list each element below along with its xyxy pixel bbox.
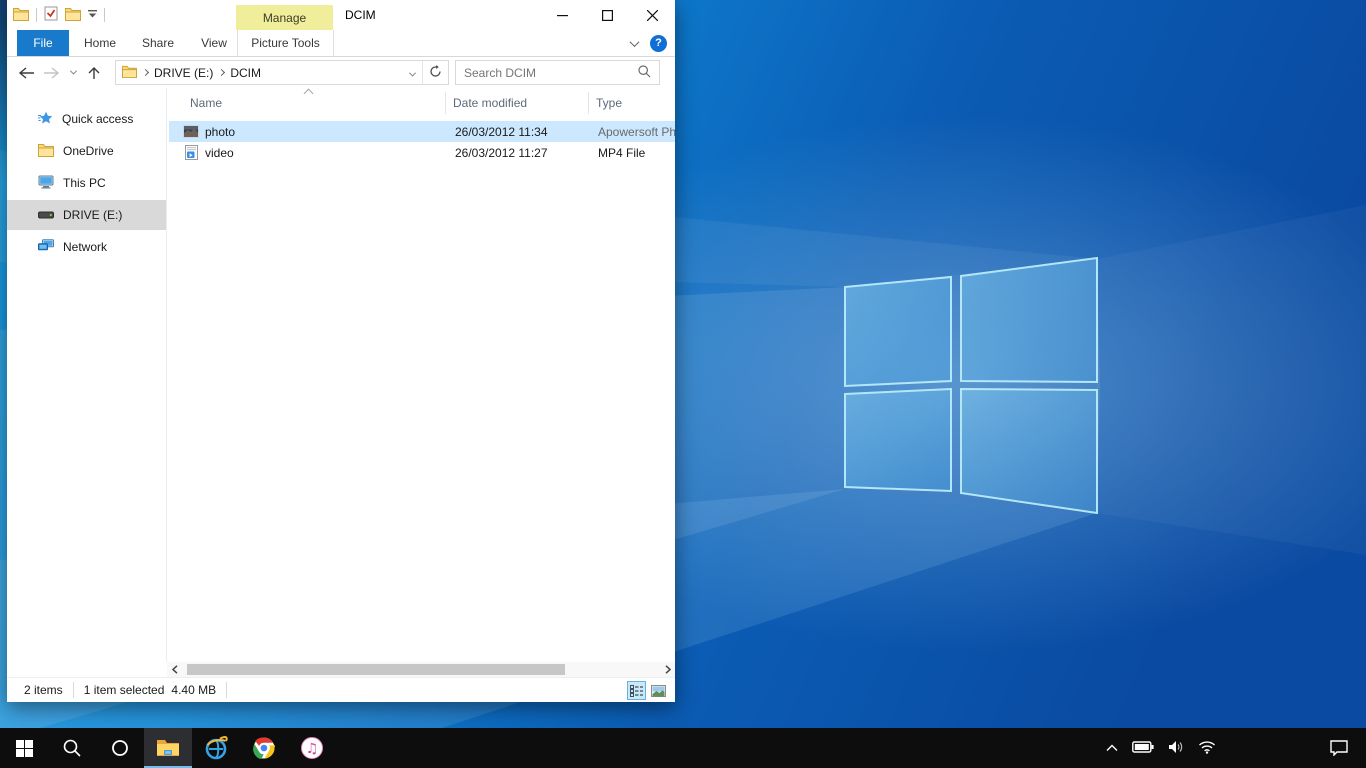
expand-ribbon-chevron-icon[interactable] <box>631 36 638 50</box>
taskbar: ♫ <box>0 728 1366 768</box>
back-button[interactable] <box>13 60 39 86</box>
battery-icon[interactable] <box>1132 741 1154 756</box>
search-icon[interactable] <box>638 65 659 81</box>
system-tray <box>1106 728 1216 768</box>
maximize-button[interactable] <box>585 0 630 30</box>
photo-thumbnail-icon <box>183 124 199 140</box>
tab-home[interactable]: Home <box>71 30 129 56</box>
tab-share[interactable]: Share <box>129 30 187 56</box>
network-icon <box>38 239 54 255</box>
window-title: DCIM <box>345 0 376 30</box>
breadcrumb-folder[interactable]: DCIM <box>224 66 267 80</box>
sidebar-item-label: Quick access <box>62 112 133 126</box>
sidebar-item-label: Network <box>63 240 107 254</box>
up-button[interactable] <box>81 60 107 86</box>
file-explorer-window: Manage DCIM File Home Share View Picture… <box>7 0 675 702</box>
file-date-modified: 26/03/2012 11:27 <box>455 146 548 160</box>
address-dropdown-chevron-icon[interactable] <box>403 66 422 80</box>
separator <box>36 8 37 22</box>
file-type: Apowersoft Pho <box>598 125 675 139</box>
hidden-icons-chevron-icon[interactable] <box>1106 741 1118 755</box>
file-list: Name Date modified Type photo 26/03/2012… <box>167 88 675 662</box>
tab-file[interactable]: File <box>17 30 69 56</box>
sidebar-item-label: DRIVE (E:) <box>63 208 122 222</box>
sidebar-item-drive-e[interactable]: DRIVE (E:) <box>7 200 166 230</box>
navigation-bar: DRIVE (E:) DCIM <box>7 57 675 88</box>
horizontal-scrollbar[interactable] <box>167 662 675 677</box>
taskbar-internet-explorer-button[interactable] <box>192 728 240 768</box>
file-type: MP4 File <box>598 146 645 160</box>
details-view-button[interactable] <box>627 681 646 700</box>
selection-size: 4.40 MB <box>171 683 216 697</box>
tab-picture-tools[interactable]: Picture Tools <box>237 30 334 56</box>
search-button[interactable] <box>48 728 96 768</box>
title-bar[interactable]: Manage DCIM <box>7 0 675 30</box>
this-pc-monitor-icon <box>38 175 54 192</box>
tab-view[interactable]: View <box>187 30 241 56</box>
column-header-type[interactable]: Type <box>596 90 622 116</box>
content-area: Quick access OneDrive This PC DRIVE (E:) <box>7 88 675 662</box>
sidebar-item-onedrive[interactable]: OneDrive <box>7 136 166 166</box>
refresh-icon[interactable] <box>423 65 448 81</box>
status-bar: 2 items 1 item selected 4.40 MB <box>7 677 675 702</box>
desktop: { "window": { "title": "DCIM", "ribbon":… <box>0 0 1366 768</box>
quick-access-star-icon <box>38 111 53 128</box>
address-folder-icon <box>116 65 137 81</box>
large-icons-view-button[interactable] <box>649 681 668 700</box>
file-row-video[interactable]: video 26/03/2012 11:27 MP4 File <box>169 142 675 163</box>
ribbon-tab-row: File Home Share View Picture Tools ? <box>7 30 675 57</box>
sidebar-item-label: OneDrive <box>63 144 114 158</box>
file-date-modified: 26/03/2012 11:34 <box>455 125 548 139</box>
taskbar-itunes-button[interactable]: ♫ <box>288 728 336 768</box>
sidebar-item-quick-access[interactable]: Quick access <box>7 104 166 134</box>
breadcrumb-drive[interactable]: DRIVE (E:) <box>148 66 219 80</box>
quick-access-toolbar <box>13 0 105 30</box>
onedrive-folder-icon <box>38 143 54 160</box>
navigation-pane: Quick access OneDrive This PC DRIVE (E:) <box>7 88 167 662</box>
manage-contextual-group[interactable]: Manage <box>236 5 333 30</box>
items-count: 2 items <box>24 683 63 697</box>
file-name: photo <box>205 125 235 139</box>
video-file-icon <box>183 145 199 161</box>
new-folder-button[interactable] <box>65 7 81 24</box>
sidebar-item-this-pc[interactable]: This PC <box>7 168 166 198</box>
minimize-button[interactable] <box>540 0 585 30</box>
drive-icon <box>38 208 54 222</box>
svg-text:♫: ♫ <box>306 741 319 757</box>
start-button[interactable] <box>0 728 48 768</box>
customize-qat-dropdown[interactable] <box>88 8 97 22</box>
search-input[interactable] <box>456 61 638 84</box>
action-center-icon[interactable] <box>1330 728 1348 768</box>
file-row-photo[interactable]: photo 26/03/2012 11:34 Apowersoft Pho <box>169 121 675 142</box>
close-button[interactable] <box>630 0 675 30</box>
taskbar-chrome-button[interactable] <box>240 728 288 768</box>
selection-count: 1 item selected <box>84 683 165 697</box>
scroll-right-arrow-icon[interactable] <box>660 662 675 677</box>
cortana-button[interactable] <box>96 728 144 768</box>
explorer-folder-icon <box>13 7 29 24</box>
help-icon[interactable]: ? <box>650 35 667 52</box>
column-header-date-modified[interactable]: Date modified <box>453 90 527 116</box>
column-header-name[interactable]: Name <box>190 90 222 116</box>
search-box[interactable] <box>455 60 660 85</box>
scrollbar-thumb[interactable] <box>187 664 565 675</box>
volume-icon[interactable] <box>1168 740 1184 757</box>
forward-button[interactable] <box>39 60 65 86</box>
address-bar[interactable]: DRIVE (E:) DCIM <box>115 60 449 85</box>
recent-locations-chevron-icon[interactable] <box>65 60 81 86</box>
wifi-icon[interactable] <box>1198 740 1216 757</box>
scroll-left-arrow-icon[interactable] <box>167 662 182 677</box>
sidebar-item-label: This PC <box>63 176 106 190</box>
sort-ascending-chevron-icon[interactable] <box>305 88 312 100</box>
sidebar-item-network[interactable]: Network <box>7 232 166 262</box>
taskbar-file-explorer-button[interactable] <box>144 728 192 768</box>
file-name: video <box>205 146 234 160</box>
properties-button[interactable] <box>44 6 58 24</box>
separator <box>104 8 105 22</box>
